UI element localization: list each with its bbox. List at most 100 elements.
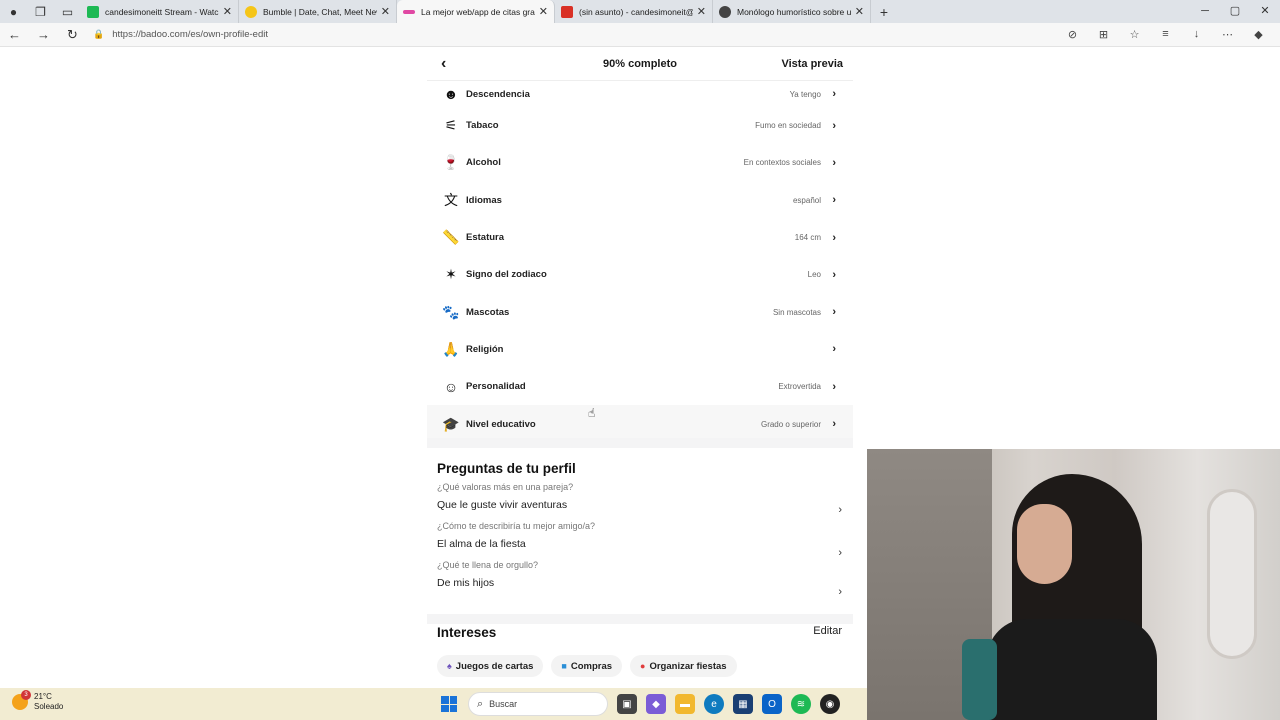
question-item[interactable]: ¿Qué valoras más en una pareja? Que le g… <box>427 482 853 516</box>
workspaces-icon[interactable]: ❐ <box>27 0 54 23</box>
praying-hands-icon: 🙏 <box>442 340 460 357</box>
taskbar-search[interactable]: ⌕ Buscar <box>468 692 608 716</box>
webcam-background-mirror <box>1207 489 1257 659</box>
favorite-star-icon[interactable]: ☆ <box>1119 28 1150 41</box>
apps-icon[interactable]: ⊞ <box>1088 28 1119 41</box>
profile-row-estatura[interactable]: 📏 Estatura 164 cm › <box>427 219 853 256</box>
close-window-icon[interactable]: ✕ <box>1250 0 1280 23</box>
question-item[interactable]: ¿Qué te llena de orgullo? De mis hijos › <box>427 560 853 598</box>
address-bar-row: ← → ↻ 🔒 https://badoo.com/es/own-profile… <box>0 23 1280 47</box>
section-divider <box>427 438 853 448</box>
chevron-right-icon: › <box>838 547 842 559</box>
close-tab-icon[interactable]: ✕ <box>855 5 864 18</box>
tab-title: candesimoneitt Stream - Watch L <box>105 6 219 17</box>
close-tab-icon[interactable]: ✕ <box>381 5 390 18</box>
spade-icon: ♠ <box>447 661 452 671</box>
interest-chip[interactable]: ♠ Juegos de cartas <box>437 655 544 677</box>
chip-label: Organizar fiestas <box>649 660 727 672</box>
tracking-icon[interactable]: ⊘ <box>1057 28 1088 41</box>
row-value: Extrovertida <box>778 382 821 392</box>
question-item[interactable]: ¿Cómo te describiría tu mejor amigo/a? E… <box>427 521 853 559</box>
row-label: Personalidad <box>466 381 526 393</box>
search-placeholder: Buscar <box>489 699 518 709</box>
row-value: Ya tengo <box>789 89 821 99</box>
row-label: Alcohol <box>466 157 501 169</box>
reload-icon[interactable]: ↻ <box>58 27 87 43</box>
row-label: Tabaco <box>466 120 499 132</box>
paw-icon: 🐾 <box>442 303 460 320</box>
answer-text: De mis hijos <box>437 577 495 589</box>
profile-icon[interactable]: ● <box>0 0 27 23</box>
row-label: Nivel educativo <box>466 418 536 430</box>
store-icon[interactable]: ▦ <box>733 694 753 714</box>
windows-start-icon[interactable] <box>438 693 460 715</box>
maximize-icon[interactable]: ▢ <box>1220 0 1250 23</box>
profile-row-tabaco[interactable]: ⚟ Tabaco Fumo en sociedad › <box>427 107 853 144</box>
webcam-microphone <box>962 639 997 720</box>
url-field[interactable]: 🔒 https://badoo.com/es/own-profile-edit <box>93 25 1057 45</box>
edit-interests-button[interactable]: Editar <box>813 625 842 637</box>
profile-row-descendencia[interactable]: ☻ Descendencia Ya tengo › <box>427 81 853 107</box>
tab-actions-icon[interactable]: ▭ <box>54 0 81 23</box>
more-menu-icon[interactable]: ⋯ <box>1212 28 1243 41</box>
chevron-right-icon: › <box>838 504 842 516</box>
copilot-app-icon[interactable]: ◆ <box>646 694 666 714</box>
weather-temp: 21°C <box>34 692 52 701</box>
row-value: Grado o superior <box>760 419 821 429</box>
forward-icon[interactable]: → <box>29 27 58 42</box>
interest-chips: ♠ Juegos de cartas ■ Compras ● Organizar… <box>437 655 737 677</box>
downloads-icon[interactable]: ↓ <box>1181 28 1212 41</box>
tab-title: (sin asunto) - candesimoneit@gm <box>579 6 693 17</box>
copilot-icon[interactable]: ◆ <box>1243 28 1274 41</box>
minimize-icon[interactable]: ─ <box>1190 0 1220 23</box>
browser-tab-active[interactable]: La mejor web/app de citas gratis ✕ <box>397 0 555 23</box>
weather-widget[interactable]: 3 21°C Soleado <box>12 690 63 712</box>
browser-tab[interactable]: candesimoneitt Stream - Watch L ✕ <box>81 0 239 23</box>
webcam-person-face <box>1017 504 1072 584</box>
url-text: https://badoo.com/es/own-profile-edit <box>112 29 268 40</box>
browser-tab[interactable]: Bumble | Date, Chat, Meet New P ✕ <box>239 0 397 23</box>
file-explorer-icon[interactable]: ▬ <box>675 694 695 714</box>
row-value: español <box>792 195 821 205</box>
chevron-right-icon: › <box>832 380 836 393</box>
row-value: Sin mascotas <box>772 307 821 317</box>
back-icon[interactable]: ← <box>0 27 29 42</box>
profile-row-idiomas[interactable]: 文 Idiomas español › <box>427 182 853 219</box>
browser-tab[interactable]: Monólogo humorístico sobre un ✕ <box>713 0 871 23</box>
row-label: Descendencia <box>466 88 530 100</box>
answer-text: Que le guste vivir aventuras <box>437 499 568 511</box>
close-tab-icon[interactable]: ✕ <box>697 5 706 18</box>
interests-title: Intereses <box>437 625 497 640</box>
spotify-icon[interactable]: ≋ <box>791 694 811 714</box>
profile-row-alcohol[interactable]: 🍷 Alcohol En contextos sociales › <box>427 144 853 181</box>
chevron-right-icon: › <box>832 88 836 100</box>
profile-row-zodiaco[interactable]: ✶ Signo del zodiaco Leo › <box>427 256 853 293</box>
lock-icon[interactable]: 🔒 <box>93 29 104 40</box>
edge-icon[interactable]: e <box>704 694 724 714</box>
close-tab-icon[interactable]: ✕ <box>539 5 548 18</box>
interest-chip[interactable]: ● Organizar fiestas <box>630 655 737 677</box>
new-tab-icon[interactable]: + <box>871 4 897 20</box>
preview-button[interactable]: Vista previa <box>781 58 843 70</box>
browser-tab[interactable]: (sin asunto) - candesimoneit@gm ✕ <box>555 0 713 23</box>
chevron-right-icon: › <box>832 418 836 431</box>
outlook-icon[interactable]: O <box>762 694 782 714</box>
interest-chip[interactable]: ■ Compras <box>551 655 623 677</box>
profile-row-religion[interactable]: 🙏 Religión › <box>427 331 853 368</box>
task-view-icon[interactable]: ▣ <box>617 694 637 714</box>
profile-row-mascotas[interactable]: 🐾 Mascotas Sin mascotas › <box>427 293 853 330</box>
profile-row-personalidad[interactable]: ☺ Personalidad Extrovertida › <box>427 368 853 405</box>
profile-details-list: ☻ Descendencia Ya tengo › ⚟ Tabaco Fumo … <box>427 81 853 443</box>
row-value: Leo <box>807 270 821 280</box>
section-divider <box>427 614 853 624</box>
taskbar-apps: ⌕ Buscar ▣ ◆ ▬ e ▦ O ≋ ◉ <box>438 692 840 716</box>
tab-favicon <box>403 9 415 14</box>
chevron-right-icon: › <box>832 156 836 169</box>
question-text: ¿Qué valoras más en una pareja? <box>437 482 574 492</box>
favorites-list-icon[interactable]: ≡ <box>1150 28 1181 41</box>
close-tab-icon[interactable]: ✕ <box>223 5 232 18</box>
interests-section: Intereses Editar ♠ Juegos de cartas ■ Co… <box>427 625 853 677</box>
obs-icon[interactable]: ◉ <box>820 694 840 714</box>
windows-taskbar: 3 21°C Soleado ⌕ Buscar ▣ ◆ ▬ e ▦ O ≋ ◉ <box>0 688 867 720</box>
chevron-right-icon: › <box>832 306 836 319</box>
